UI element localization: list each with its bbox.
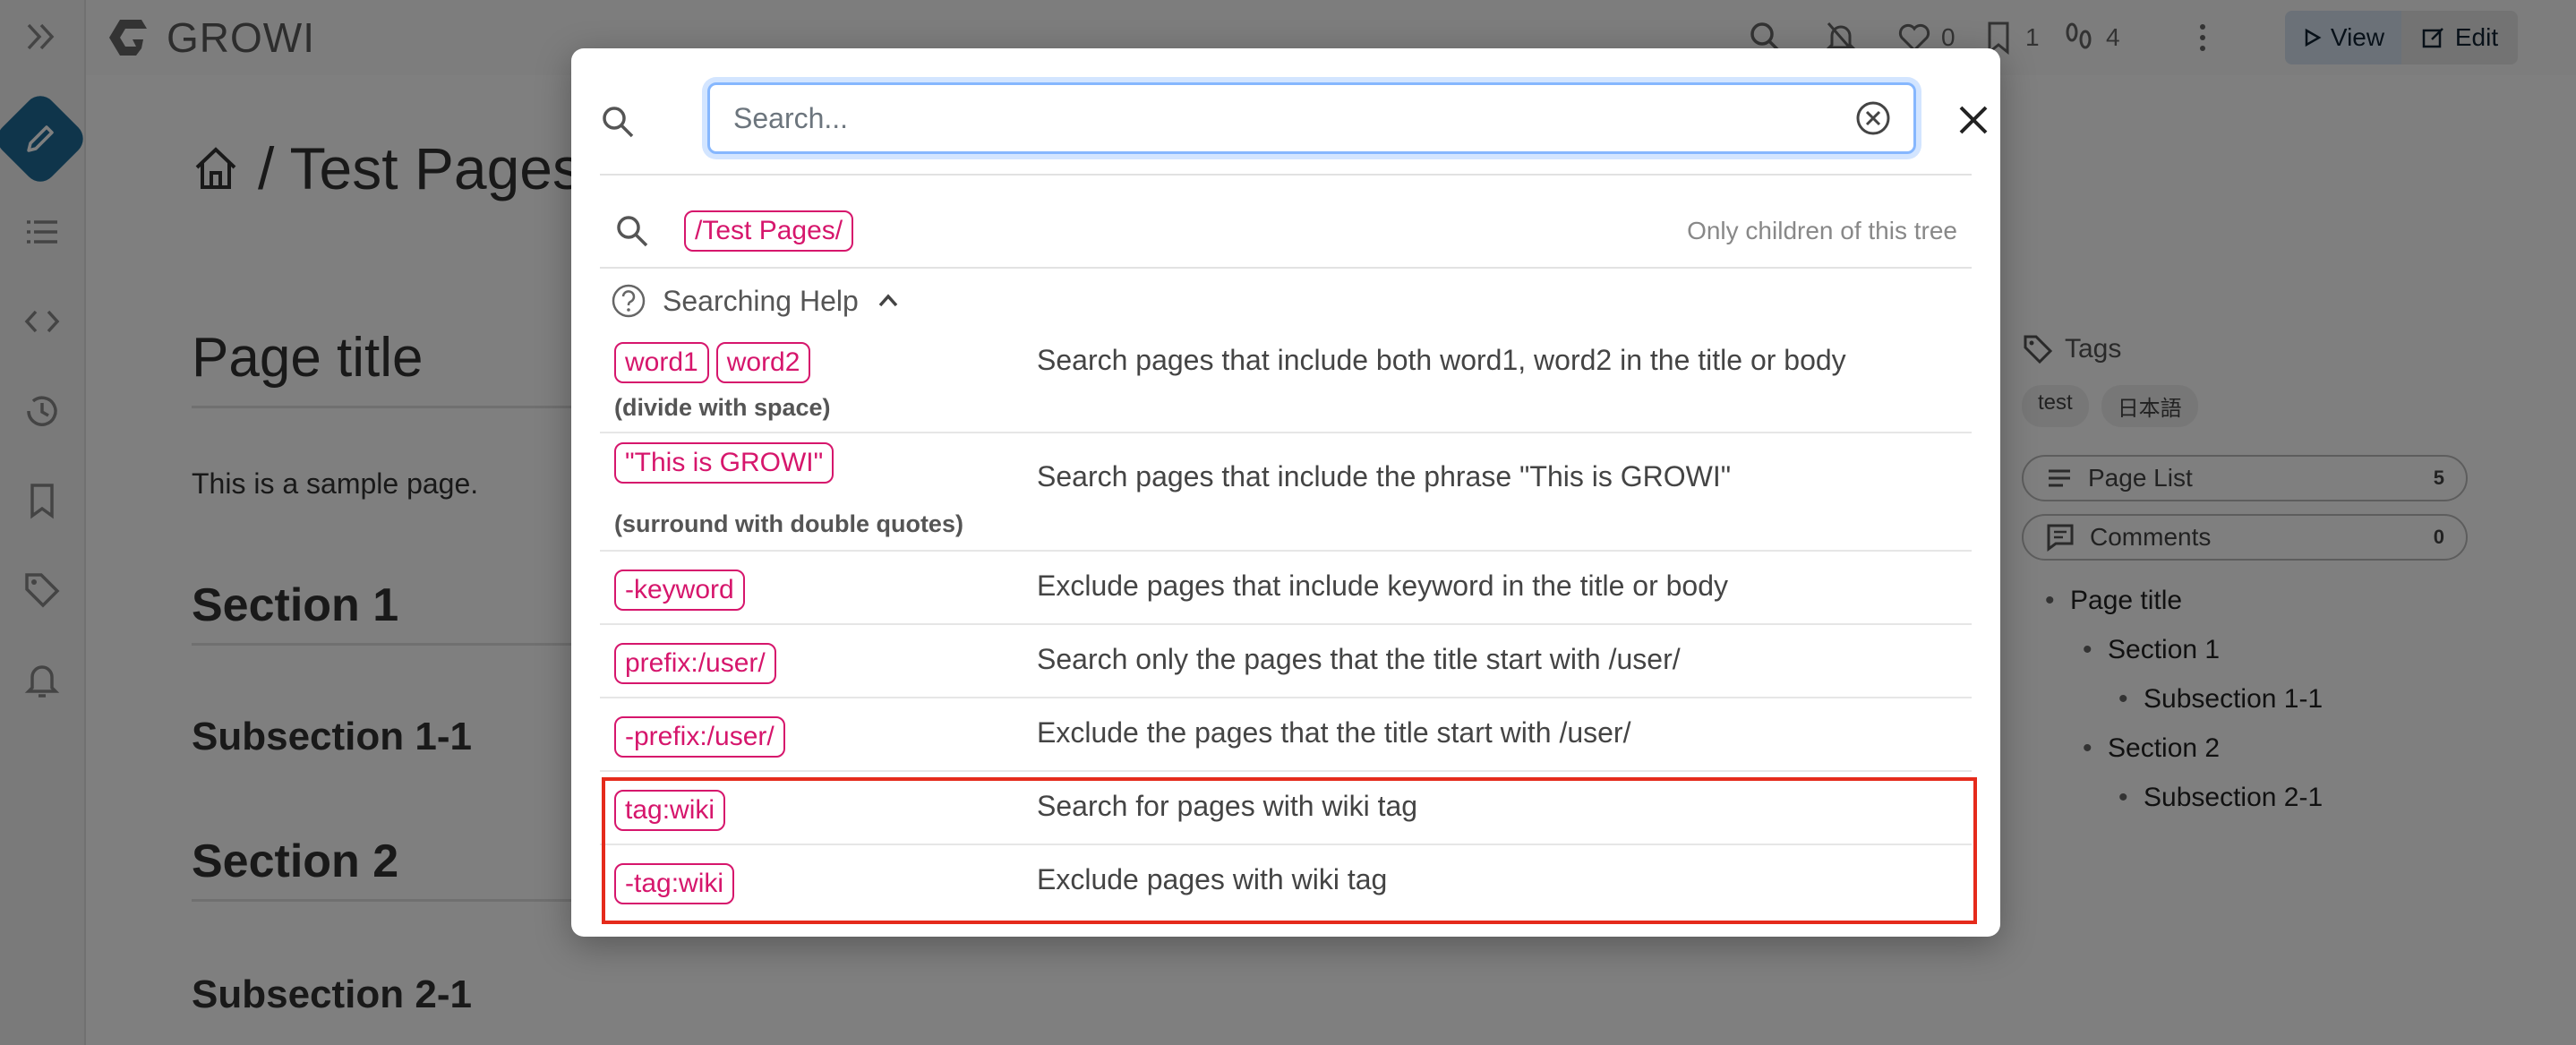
help-row: -keyword Exclude pages that include keyw… — [600, 552, 1972, 625]
close-icon[interactable] — [1952, 99, 1995, 141]
searching-help-toggle[interactable]: Searching Help — [611, 283, 902, 319]
syntax-tag: -keyword — [614, 570, 745, 611]
help-description: Search only the pages that the title sta… — [1037, 643, 1681, 675]
help-note: (surround with double quotes) — [614, 510, 963, 537]
search-input[interactable] — [732, 100, 1854, 136]
help-description: Exclude the pages that the title start w… — [1037, 716, 1631, 749]
divider — [600, 267, 1972, 269]
help-row: -prefix:/user/ Exclude the pages that th… — [600, 698, 1972, 772]
help-syntax: prefix:/user/ — [614, 643, 1026, 684]
tree-prefix-tag: /Test Pages/ — [684, 210, 854, 252]
help-row: prefix:/user/ Search only the pages that… — [600, 625, 1972, 698]
divider — [600, 174, 1972, 176]
tree-prefix-note: Only children of this tree — [1687, 217, 1957, 244]
help-syntax: "This is GROWI" — [614, 442, 1026, 484]
syntax-tag: word1 — [614, 342, 709, 383]
search-in-tree-option[interactable]: /Test Pages/ Only children of this tree — [600, 195, 1972, 267]
help-syntax: -keyword — [614, 570, 1026, 611]
search-icon — [617, 216, 648, 247]
help-description: Search pages that include the phrase "Th… — [1037, 460, 1732, 493]
syntax-tag: prefix:/user/ — [614, 643, 776, 684]
search-row — [598, 82, 1988, 159]
highlight-box — [602, 777, 1977, 924]
help-row: "This is GROWI" (surround with double qu… — [600, 433, 1972, 552]
help-row: word1 word2 (divide with space) Search p… — [600, 333, 1972, 433]
clear-search-icon[interactable] — [1854, 99, 1892, 137]
help-description: Exclude pages that include keyword in th… — [1037, 570, 1729, 602]
help-syntax: word1 word2 — [614, 342, 1026, 383]
search-box — [707, 82, 1916, 154]
help-note: (divide with space) — [614, 394, 831, 421]
chevron-up-icon — [878, 294, 898, 307]
question-circle-icon — [612, 284, 646, 318]
syntax-tag: "This is GROWI" — [614, 442, 834, 484]
help-description: Search pages that include both word1, wo… — [1037, 344, 1846, 376]
syntax-tag: -prefix:/user/ — [614, 716, 785, 758]
syntax-tag: word2 — [715, 342, 811, 383]
help-syntax: -prefix:/user/ — [614, 716, 1026, 758]
searching-help-title: Searching Help — [663, 284, 859, 317]
search-icon — [603, 107, 634, 138]
